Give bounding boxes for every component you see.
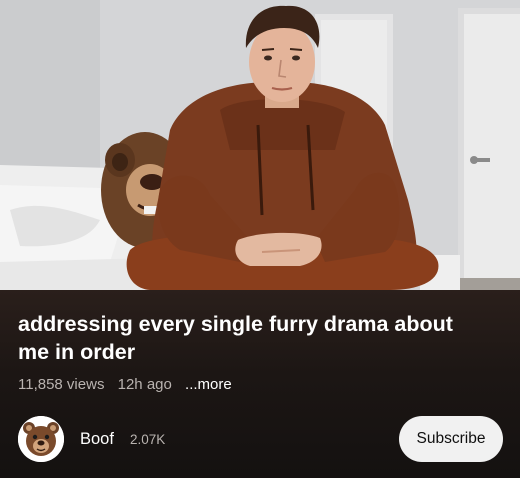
upload-age: 12h ago (117, 376, 172, 393)
channel-name[interactable]: Boof (80, 430, 114, 449)
video-player[interactable] (0, 0, 520, 292)
video-frame-illustration (0, 0, 520, 292)
channel-row: Boof 2.07K Subscribe (0, 416, 520, 468)
subscribe-button[interactable]: Subscribe (399, 416, 503, 462)
video-watch-page: addressing every single furry drama abou… (0, 0, 520, 478)
video-metadata[interactable]: 11,858 views 12h ago ...more (18, 376, 241, 393)
channel-avatar[interactable] (18, 416, 64, 462)
more-description-link[interactable]: ...more (185, 376, 232, 393)
subscriber-count: 2.07K (130, 432, 166, 447)
video-title[interactable]: addressing every single furry drama abou… (18, 310, 488, 366)
bear-face-icon (18, 416, 64, 462)
view-count: 11,858 views (18, 376, 105, 393)
video-info-panel: addressing every single furry drama abou… (0, 290, 520, 478)
